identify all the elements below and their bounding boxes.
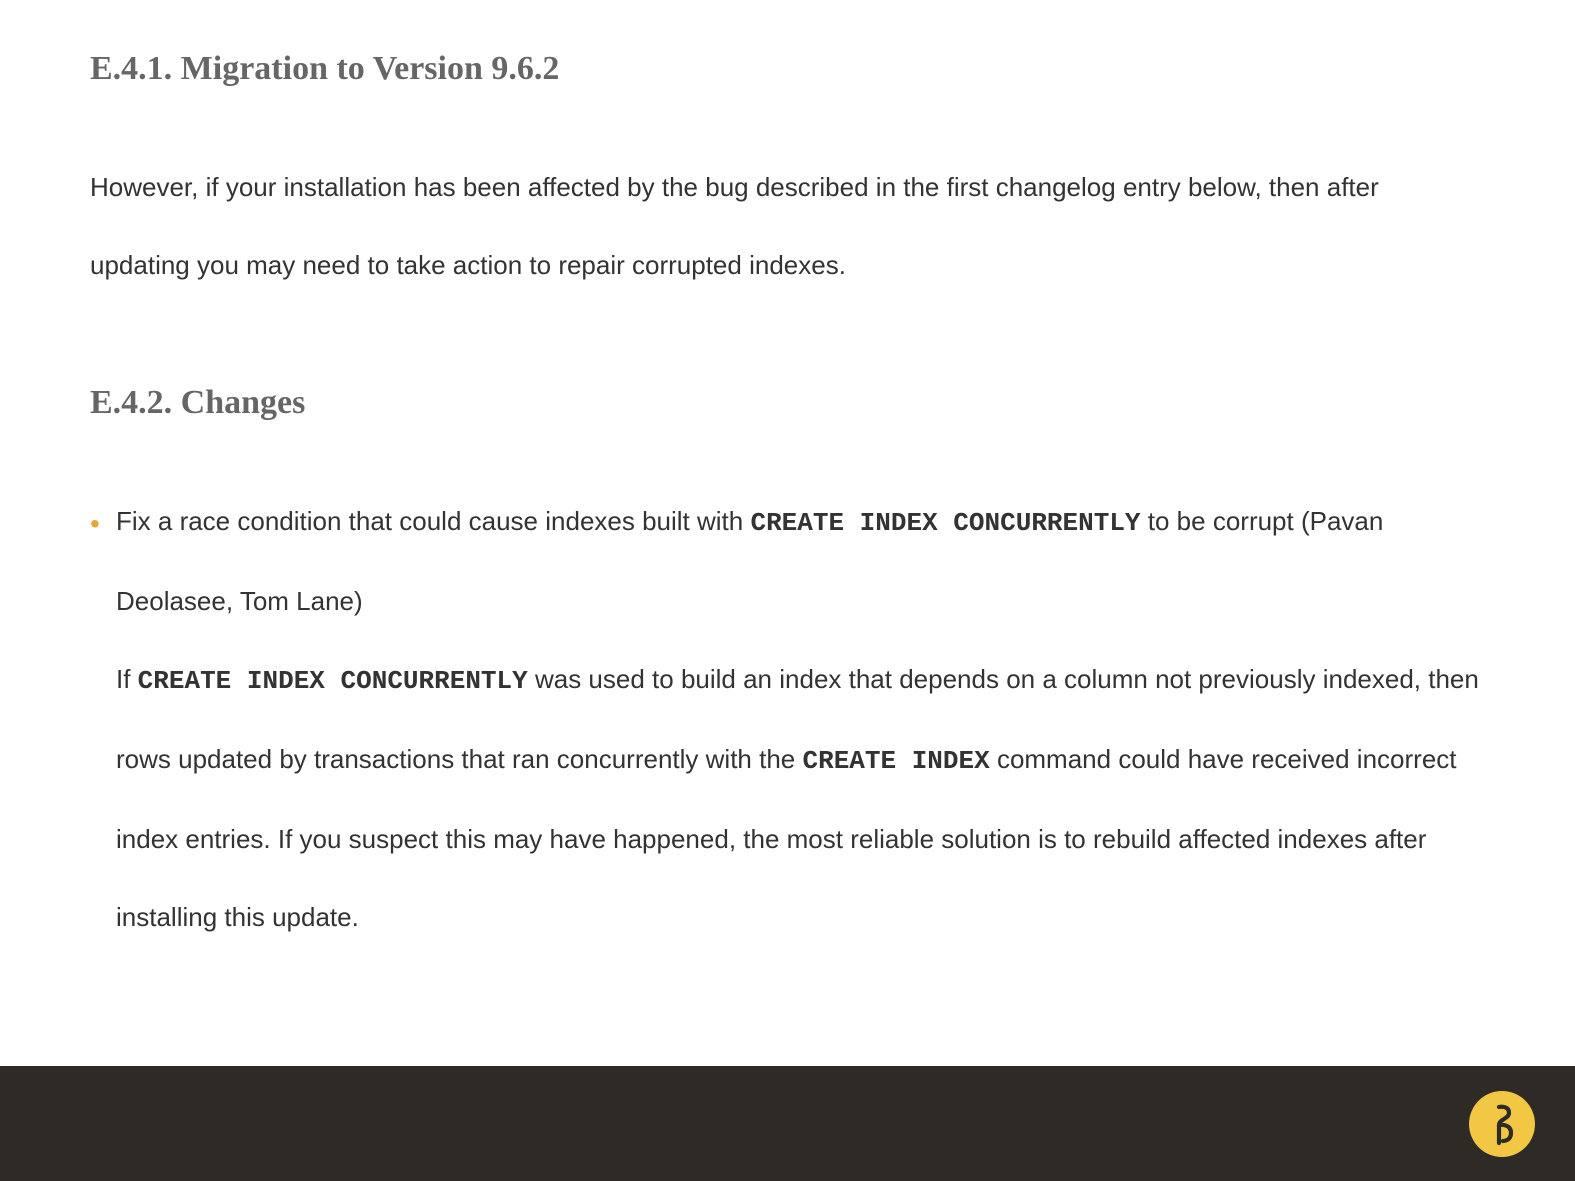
document-content: E.4.1. Migration to Version 9.6.2 Howeve…: [0, 0, 1575, 956]
change-item: Fix a race condition that could cause in…: [116, 482, 1485, 956]
change-lead-pre: Fix a race condition that could cause in…: [116, 506, 750, 536]
change-body-pre: If: [116, 664, 138, 694]
change-body-code2: CREATE INDEX: [802, 746, 989, 776]
change-body-code1: CREATE INDEX CONCURRENTLY: [138, 666, 528, 696]
changes-list: Fix a race condition that could cause in…: [90, 482, 1485, 956]
migration-paragraph: However, if your installation has been a…: [90, 148, 1485, 304]
change-lead-code: CREATE INDEX CONCURRENTLY: [750, 508, 1140, 538]
footer-bar: [0, 1066, 1575, 1181]
migration-heading: E.4.1. Migration to Version 9.6.2: [90, 50, 1485, 88]
changes-heading: E.4.2. Changes: [90, 384, 1485, 422]
change-body: If CREATE INDEX CONCURRENTLY was used to…: [116, 640, 1485, 956]
logo-badge: [1469, 1091, 1535, 1157]
logo-icon: [1485, 1103, 1519, 1145]
